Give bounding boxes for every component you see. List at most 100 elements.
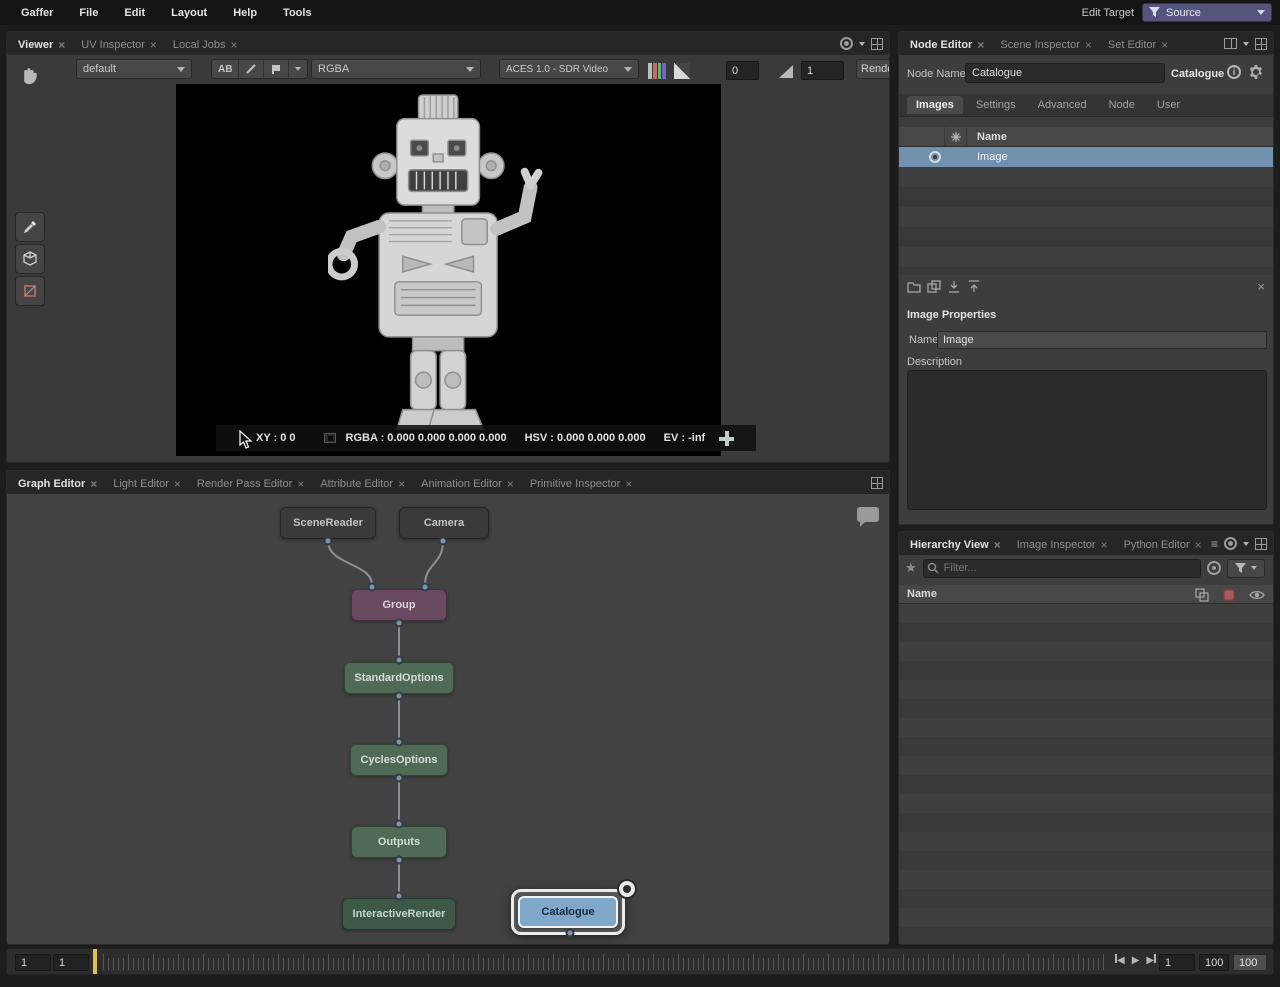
close-icon[interactable]: × <box>1101 539 1108 551</box>
subtab-node[interactable]: Node <box>1100 96 1144 114</box>
menu-help[interactable]: Help <box>220 7 270 19</box>
subtab-settings[interactable]: Settings <box>967 96 1025 114</box>
close-icon[interactable]: × <box>90 478 97 490</box>
wipe-tool-button[interactable] <box>239 60 264 78</box>
node-port[interactable] <box>368 583 377 592</box>
render-button[interactable]: Render <box>856 59 890 79</box>
layers-column-icon[interactable] <box>1195 588 1209 602</box>
node-port[interactable] <box>395 692 404 701</box>
node-name-input[interactable] <box>965 63 1165 83</box>
subtab-advanced[interactable]: Advanced <box>1029 96 1096 114</box>
node-scenereader[interactable]: SceneReader <box>280 507 376 539</box>
close-icon[interactable]: × <box>1195 539 1202 551</box>
tab-scene-inspector[interactable]: Scene Inspector× <box>992 34 1100 55</box>
history-icon[interactable] <box>1207 561 1221 575</box>
skip-end-button[interactable]: ▶ <box>1146 954 1156 966</box>
close-icon[interactable]: × <box>625 478 632 490</box>
node-port[interactable] <box>421 583 430 592</box>
inspect-geometry-button[interactable] <box>15 244 45 274</box>
focus-target-icon[interactable] <box>840 37 853 50</box>
node-port[interactable] <box>395 856 404 865</box>
visibility-eye-icon[interactable] <box>1249 589 1265 601</box>
filter-dropdown-button[interactable] <box>1227 559 1265 578</box>
frame-ruler[interactable] <box>103 958 1107 970</box>
display-transform-dropdown[interactable]: ACES 1.0 - SDR Video <box>499 59 639 79</box>
description-field[interactable] <box>907 370 1267 510</box>
end-frame-field[interactable] <box>1233 954 1267 971</box>
compare-dropdown[interactable] <box>289 60 307 78</box>
node-port[interactable] <box>395 774 404 783</box>
close-icon[interactable]: × <box>231 39 238 51</box>
close-icon[interactable]: × <box>150 39 157 51</box>
menu-edit[interactable]: Edit <box>111 7 158 19</box>
close-icon[interactable]: × <box>58 39 65 51</box>
tab-list-icon[interactable]: ≡ <box>1211 538 1218 550</box>
clear-images-icon[interactable]: × <box>1257 279 1265 294</box>
close-icon[interactable]: × <box>297 478 304 490</box>
play-button[interactable]: ▶ <box>1132 955 1140 966</box>
focus-target-icon[interactable] <box>1224 537 1237 550</box>
menu-file[interactable]: File <box>66 7 111 19</box>
tab-render-pass-editor[interactable]: Render Pass Editor× <box>189 473 312 494</box>
tab-graph-editor[interactable]: Graph Editor× <box>10 473 105 494</box>
tab-hierarchy-view[interactable]: Hierarchy View× <box>902 534 1009 555</box>
new-image-icon[interactable] <box>907 280 921 293</box>
close-icon[interactable]: × <box>398 478 405 490</box>
chevron-down-icon[interactable] <box>1243 42 1249 46</box>
menu-gaffer[interactable]: Gaffer <box>8 7 66 19</box>
node-outputs[interactable]: Outputs <box>351 826 447 858</box>
node-camera[interactable]: Camera <box>399 507 489 539</box>
chevron-down-icon[interactable] <box>1243 542 1249 546</box>
node-port[interactable] <box>395 820 404 829</box>
node-catalogue[interactable]: Catalogue <box>518 896 618 928</box>
tab-light-editor[interactable]: Light Editor× <box>105 473 189 494</box>
annotation-note-icon[interactable] <box>857 507 879 522</box>
layout-grid-icon[interactable] <box>871 477 883 489</box>
menu-tools[interactable]: Tools <box>270 7 325 19</box>
layout-grid-icon[interactable] <box>1255 538 1267 550</box>
tab-image-inspector[interactable]: Image Inspector× <box>1009 534 1116 555</box>
channel-solo-icon[interactable] <box>648 63 666 79</box>
node-port[interactable] <box>395 619 404 628</box>
compare-image-button[interactable] <box>264 60 289 78</box>
node-port[interactable] <box>439 537 448 546</box>
extract-image-icon[interactable] <box>967 280 981 293</box>
node-port[interactable] <box>566 929 575 938</box>
layout-grid-icon[interactable] <box>871 38 883 50</box>
node-standardoptions[interactable]: StandardOptions <box>344 662 454 694</box>
close-icon[interactable]: × <box>174 478 181 490</box>
subtab-user[interactable]: User <box>1148 96 1189 114</box>
bookmark-star-icon[interactable]: ★ <box>905 560 917 576</box>
menu-layout[interactable]: Layout <box>158 7 220 19</box>
close-icon[interactable]: × <box>977 39 984 51</box>
gamma-ramp-icon[interactable] <box>779 65 793 78</box>
frame-entry-field[interactable] <box>1159 954 1195 971</box>
tab-primitive-inspector[interactable]: Primitive Inspector× <box>522 473 641 494</box>
color-picker-button[interactable] <box>15 212 45 242</box>
layout-grid-icon[interactable] <box>1255 38 1267 50</box>
node-cyclesoptions[interactable]: CyclesOptions <box>350 744 448 776</box>
tab-uv-inspector[interactable]: UV Inspector× <box>73 34 165 55</box>
node-group[interactable]: Group <box>351 589 447 621</box>
node-port[interactable] <box>395 892 404 901</box>
clipping-toggle-icon[interactable] <box>674 63 690 79</box>
view-select-dropdown[interactable]: default <box>76 59 192 79</box>
close-icon[interactable]: × <box>1161 39 1168 51</box>
pan-hand-icon[interactable] <box>17 62 41 86</box>
tab-local-jobs[interactable]: Local Jobs× <box>165 34 246 55</box>
ab-compare-button[interactable]: AB <box>212 60 239 78</box>
channel-select-dropdown[interactable]: RGBA <box>311 59 481 79</box>
gamma-field[interactable] <box>801 61 844 80</box>
render-viewport[interactable] <box>176 84 721 456</box>
inclusions-column-icon[interactable] <box>1222 588 1236 602</box>
current-frame-field[interactable] <box>53 954 89 971</box>
tab-python-editor[interactable]: Python Editor× <box>1116 534 1210 555</box>
edit-target-source-dropdown[interactable]: Source <box>1142 3 1272 22</box>
export-image-icon[interactable] <box>947 280 961 293</box>
close-icon[interactable]: × <box>1085 39 1092 51</box>
tab-attribute-editor[interactable]: Attribute Editor× <box>312 473 413 494</box>
filter-input[interactable] <box>923 559 1201 578</box>
tab-node-editor[interactable]: Node Editor× <box>902 34 992 55</box>
range-end-field[interactable] <box>1199 954 1229 971</box>
subtab-images[interactable]: Images <box>907 96 963 114</box>
